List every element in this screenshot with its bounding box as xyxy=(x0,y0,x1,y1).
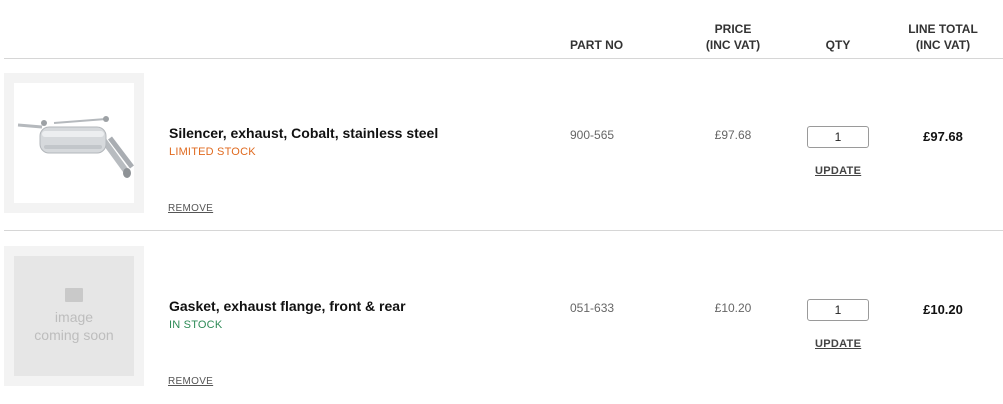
placeholder-text-line1: image xyxy=(54,309,94,325)
product-image[interactable]: image coming soon xyxy=(4,246,144,386)
header-total-vat: (INC VAT) xyxy=(915,38,971,52)
quantity-input[interactable] xyxy=(807,299,869,321)
image-placeholder: image coming soon xyxy=(14,256,134,376)
placeholder-text-line2: coming soon xyxy=(34,327,114,343)
silencer-illustration xyxy=(17,116,134,178)
product-name[interactable]: Gasket, exhaust flange, front & rear xyxy=(169,298,406,314)
header-total-label: LINE TOTAL xyxy=(908,22,978,36)
line-total: £10.20 xyxy=(923,302,963,317)
basket-header: PART NO PRICE (INC VAT) QTY LINE TOTAL (… xyxy=(4,0,1003,59)
basket-row: Silencer, exhaust, Cobalt, stainless ste… xyxy=(4,73,1003,231)
part-number: 900-565 xyxy=(570,128,615,142)
placeholder-logo-icon xyxy=(65,288,83,302)
update-link[interactable]: UPDATE xyxy=(815,165,861,177)
remove-link[interactable]: REMOVE xyxy=(168,203,213,214)
unit-price: £10.20 xyxy=(714,301,752,315)
product-name[interactable]: Silencer, exhaust, Cobalt, stainless ste… xyxy=(169,125,438,141)
header-price: PRICE (INC VAT) xyxy=(694,21,772,53)
header-price-label: PRICE xyxy=(714,22,752,36)
stock-status: IN STOCK xyxy=(169,319,223,331)
silencer-image xyxy=(14,83,134,203)
product-image[interactable] xyxy=(4,73,144,213)
header-part-no: PART NO xyxy=(570,38,624,52)
part-number: 051-633 xyxy=(570,301,615,315)
update-link[interactable]: UPDATE xyxy=(815,338,861,350)
line-total: £97.68 xyxy=(923,129,963,144)
quantity-input[interactable] xyxy=(807,126,869,148)
header-price-vat: (INC VAT) xyxy=(705,38,761,52)
stock-status: LIMITED STOCK xyxy=(169,146,256,158)
unit-price: £97.68 xyxy=(714,128,752,142)
basket-row: image coming soon Gasket, exhaust flange… xyxy=(4,246,1003,404)
header-qty: QTY xyxy=(825,38,851,52)
header-line-total: LINE TOTAL (INC VAT) xyxy=(900,21,986,53)
remove-link[interactable]: REMOVE xyxy=(168,376,213,387)
